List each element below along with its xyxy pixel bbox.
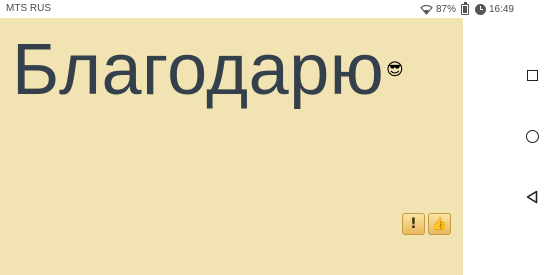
home-icon[interactable] xyxy=(526,130,539,143)
recent-apps-icon[interactable] xyxy=(527,70,538,81)
thumbs-up-icon: 👍 xyxy=(431,216,448,232)
navigation-bar xyxy=(514,0,550,275)
alert-button[interactable]: ! xyxy=(402,213,425,235)
battery-percent: 87% xyxy=(435,3,456,15)
like-button[interactable]: 👍 xyxy=(428,213,451,235)
status-bar: MTS RUS 87% 16:49 xyxy=(0,0,514,18)
status-icons: 87% 16:49 xyxy=(420,1,514,16)
back-icon[interactable] xyxy=(526,190,538,204)
carrier-name: MTS RUS xyxy=(6,3,51,14)
battery-icon xyxy=(460,1,469,15)
sticky-note[interactable]: Благодарю 😎 xyxy=(0,18,463,275)
wifi-icon xyxy=(420,4,433,15)
exclamation-icon: ! xyxy=(410,216,417,232)
note-text[interactable]: Благодарю xyxy=(12,30,384,110)
clock-icon xyxy=(474,3,486,15)
status-time: 16:49 xyxy=(488,3,514,15)
sunglasses-emoji-icon: 😎 xyxy=(386,60,404,80)
